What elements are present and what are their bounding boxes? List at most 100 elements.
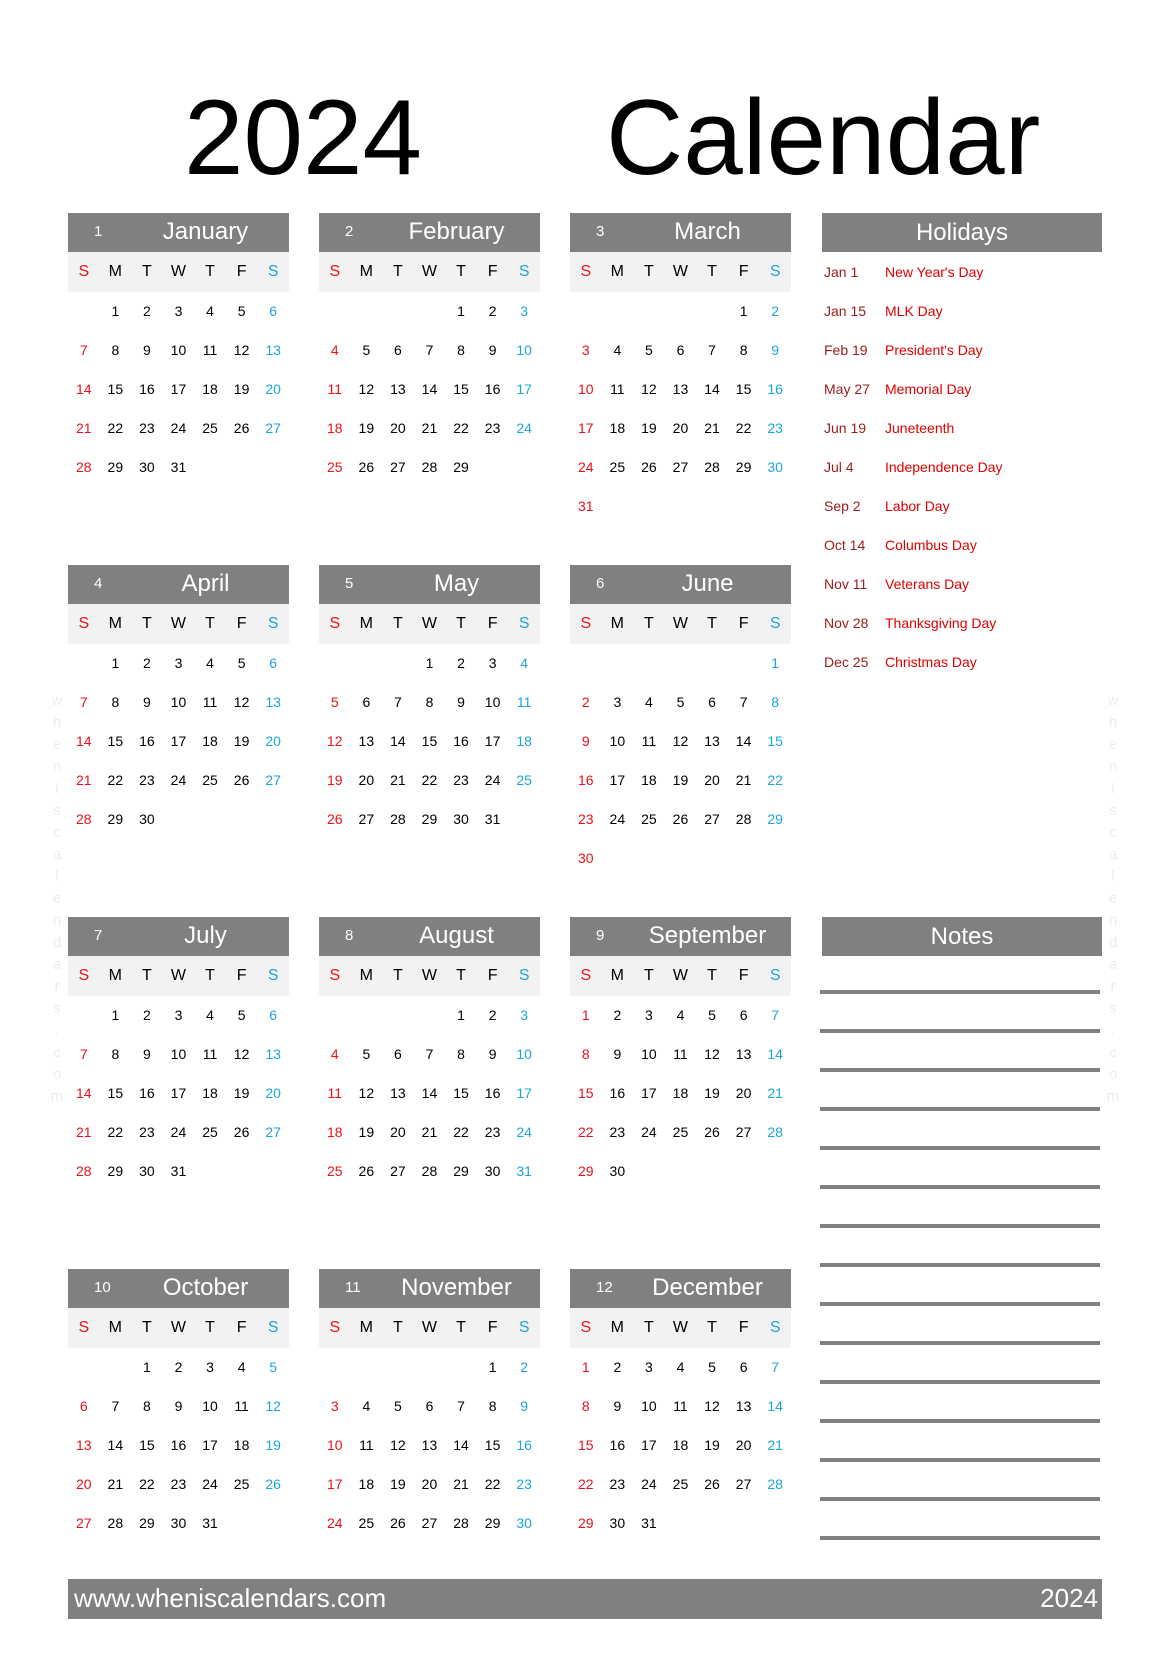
day-cell[interactable]: 18	[633, 761, 665, 800]
day-cell[interactable]: 11	[319, 370, 351, 409]
day-cell[interactable]: 12	[696, 1035, 728, 1074]
day-cell[interactable]: 3	[633, 996, 665, 1035]
day-cell[interactable]: 29	[728, 448, 760, 487]
day-cell[interactable]: 23	[570, 800, 602, 839]
day-cell[interactable]: 16	[477, 1074, 509, 1113]
day-cell[interactable]: 11	[508, 683, 540, 722]
day-cell[interactable]: 3	[602, 683, 634, 722]
day-cell[interactable]: 3	[508, 292, 540, 331]
day-cell[interactable]: 29	[570, 1152, 602, 1191]
day-cell[interactable]: 21	[414, 1113, 446, 1152]
day-cell[interactable]: 27	[68, 1504, 100, 1543]
day-cell[interactable]: 13	[414, 1426, 446, 1465]
notes-line[interactable]	[820, 1458, 1100, 1462]
day-cell[interactable]: 25	[351, 1504, 383, 1543]
day-cell[interactable]: 8	[477, 1387, 509, 1426]
day-cell[interactable]: 25	[602, 448, 634, 487]
day-cell[interactable]: 9	[131, 331, 163, 370]
day-cell[interactable]: 8	[570, 1035, 602, 1074]
day-cell[interactable]: 26	[226, 1113, 258, 1152]
day-cell[interactable]: 16	[131, 370, 163, 409]
day-cell[interactable]: 16	[759, 370, 791, 409]
day-cell[interactable]: 7	[414, 1035, 446, 1074]
day-cell[interactable]: 30	[477, 1152, 509, 1191]
day-cell[interactable]: 3	[508, 996, 540, 1035]
day-cell[interactable]: 19	[382, 1465, 414, 1504]
notes-line[interactable]	[820, 1146, 1100, 1150]
day-cell[interactable]: 26	[382, 1504, 414, 1543]
day-cell[interactable]: 18	[665, 1426, 697, 1465]
day-cell[interactable]: 15	[100, 1074, 132, 1113]
day-cell[interactable]: 11	[194, 683, 226, 722]
day-cell[interactable]: 1	[445, 292, 477, 331]
footer-url[interactable]: www.wheniscalendars.com	[74, 1583, 386, 1614]
day-cell[interactable]: 1	[445, 996, 477, 1035]
day-cell[interactable]: 10	[633, 1035, 665, 1074]
day-cell[interactable]: 22	[570, 1465, 602, 1504]
day-cell[interactable]: 28	[414, 1152, 446, 1191]
day-cell[interactable]: 14	[100, 1426, 132, 1465]
day-cell[interactable]: 19	[319, 761, 351, 800]
day-cell[interactable]: 4	[665, 996, 697, 1035]
notes-line[interactable]	[820, 1380, 1100, 1384]
day-cell[interactable]: 6	[257, 644, 289, 683]
day-cell[interactable]: 26	[665, 800, 697, 839]
day-cell[interactable]: 14	[68, 1074, 100, 1113]
day-cell[interactable]: 18	[194, 722, 226, 761]
day-cell[interactable]: 17	[194, 1426, 226, 1465]
day-cell[interactable]: 7	[728, 683, 760, 722]
day-cell[interactable]: 19	[226, 722, 258, 761]
day-cell[interactable]: 10	[508, 331, 540, 370]
day-cell[interactable]: 31	[508, 1152, 540, 1191]
day-cell[interactable]: 13	[68, 1426, 100, 1465]
day-cell[interactable]: 18	[602, 409, 634, 448]
day-cell[interactable]: 18	[319, 409, 351, 448]
day-cell[interactable]: 4	[226, 1348, 258, 1387]
day-cell[interactable]: 10	[319, 1426, 351, 1465]
day-cell[interactable]: 27	[257, 1113, 289, 1152]
day-cell[interactable]: 28	[68, 448, 100, 487]
day-cell[interactable]: 12	[319, 722, 351, 761]
day-cell[interactable]: 4	[194, 644, 226, 683]
day-cell[interactable]: 14	[414, 370, 446, 409]
day-cell[interactable]: 28	[414, 448, 446, 487]
day-cell[interactable]: 31	[477, 800, 509, 839]
day-cell[interactable]: 4	[633, 683, 665, 722]
day-cell[interactable]: 12	[633, 370, 665, 409]
day-cell[interactable]: 18	[508, 722, 540, 761]
day-cell[interactable]: 21	[445, 1465, 477, 1504]
day-cell[interactable]: 5	[351, 1035, 383, 1074]
day-cell[interactable]: 20	[696, 761, 728, 800]
day-cell[interactable]: 7	[68, 331, 100, 370]
day-cell[interactable]: 1	[414, 644, 446, 683]
day-cell[interactable]: 20	[414, 1465, 446, 1504]
day-cell[interactable]: 30	[445, 800, 477, 839]
day-cell[interactable]: 29	[445, 448, 477, 487]
day-cell[interactable]: 3	[477, 644, 509, 683]
day-cell[interactable]: 20	[382, 1113, 414, 1152]
day-cell[interactable]: 15	[570, 1074, 602, 1113]
day-cell[interactable]: 4	[319, 331, 351, 370]
day-cell[interactable]: 28	[759, 1113, 791, 1152]
day-cell[interactable]: 5	[226, 292, 258, 331]
day-cell[interactable]: 7	[68, 683, 100, 722]
day-cell[interactable]: 8	[100, 683, 132, 722]
notes-line[interactable]	[820, 1068, 1100, 1072]
day-cell[interactable]: 13	[351, 722, 383, 761]
day-cell[interactable]: 24	[633, 1465, 665, 1504]
day-cell[interactable]: 9	[508, 1387, 540, 1426]
day-cell[interactable]: 8	[100, 1035, 132, 1074]
day-cell[interactable]: 31	[163, 448, 195, 487]
day-cell[interactable]: 27	[351, 800, 383, 839]
day-cell[interactable]: 29	[759, 800, 791, 839]
day-cell[interactable]: 13	[257, 683, 289, 722]
day-cell[interactable]: 24	[163, 1113, 195, 1152]
day-cell[interactable]: 23	[131, 1113, 163, 1152]
day-cell[interactable]: 22	[445, 1113, 477, 1152]
notes-line[interactable]	[820, 1029, 1100, 1033]
day-cell[interactable]: 28	[445, 1504, 477, 1543]
day-cell[interactable]: 5	[633, 331, 665, 370]
day-cell[interactable]: 25	[194, 761, 226, 800]
day-cell[interactable]: 14	[759, 1035, 791, 1074]
day-cell[interactable]: 30	[570, 839, 602, 878]
